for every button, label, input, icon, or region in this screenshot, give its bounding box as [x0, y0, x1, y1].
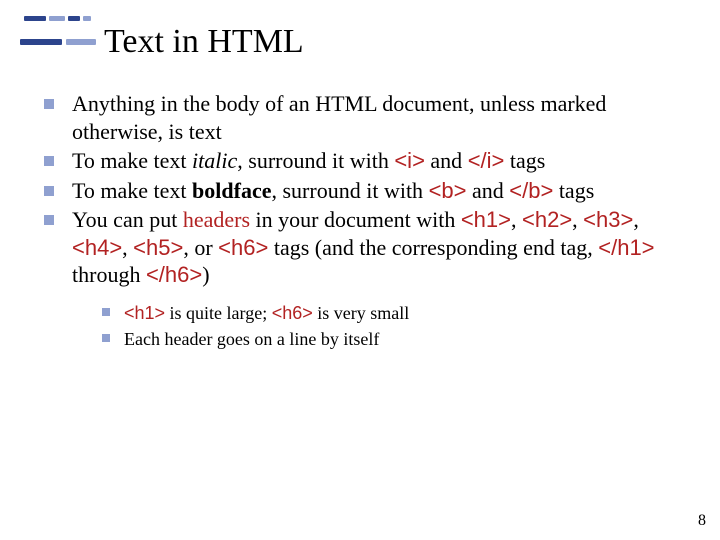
text-fragment: is quite large;	[165, 303, 272, 323]
bullet-text: Anything in the body of an HTML document…	[72, 91, 606, 144]
code-text: </h1>	[598, 235, 654, 260]
text-fragment: through	[72, 262, 146, 287]
bullet-item: Anything in the body of an HTML document…	[44, 90, 690, 145]
code-text: </i>	[468, 148, 505, 173]
italic-text: italic	[192, 148, 237, 173]
text-fragment: You can put	[72, 207, 183, 232]
bullet-item: To make text italic, surround it with <i…	[44, 147, 690, 175]
text-fragment: , or	[183, 235, 218, 260]
text-fragment: ,	[511, 207, 522, 232]
decor-dash-icon	[83, 16, 91, 21]
code-text: <i>	[394, 148, 425, 173]
text-fragment: and	[425, 148, 468, 173]
text-fragment: To make text	[72, 178, 192, 203]
code-text: <h6>	[218, 235, 268, 260]
code-text: <h3>	[583, 207, 633, 232]
sub-bullet-text: Each header goes on a line by itself	[124, 329, 379, 349]
red-text: headers	[183, 207, 250, 232]
decor-dash-icon	[49, 16, 65, 21]
text-fragment: )	[202, 262, 209, 287]
content-area: Anything in the body of an HTML document…	[44, 90, 690, 353]
code-text: <h5>	[133, 235, 183, 260]
title-row: Text in HTML	[20, 23, 304, 61]
code-text: </b>	[509, 178, 553, 203]
slide-title: Text in HTML	[104, 23, 304, 61]
title-decoration-top	[24, 16, 304, 21]
page-number: 8	[698, 512, 706, 530]
text-fragment: tags (and the corresponding end tag,	[268, 235, 598, 260]
text-fragment: tags	[504, 148, 545, 173]
decor-dash-icon	[24, 16, 46, 21]
code-text: <h6>	[272, 303, 313, 323]
bullet-item: You can put headers in your document wit…	[44, 206, 690, 351]
sub-bullet-item: Each header goes on a line by itself	[102, 327, 690, 351]
text-fragment: and	[467, 178, 510, 203]
text-fragment: is very small	[313, 303, 410, 323]
title-area: Text in HTML	[20, 16, 304, 61]
sub-bullet-item: <h1> is quite large; <h6> is very small	[102, 301, 690, 325]
text-fragment: tags	[553, 178, 594, 203]
code-text: <b>	[429, 178, 467, 203]
bullet-list: Anything in the body of an HTML document…	[44, 90, 690, 351]
slide: Text in HTML Anything in the body of an …	[0, 0, 720, 540]
code-text: </h6>	[146, 262, 202, 287]
code-text: <h1>	[124, 303, 165, 323]
text-fragment: , surround it with	[237, 148, 394, 173]
code-text: <h4>	[72, 235, 122, 260]
text-fragment: in your document with	[250, 207, 461, 232]
text-fragment: ,	[572, 207, 583, 232]
code-text: <h2>	[522, 207, 572, 232]
text-fragment: To make text	[72, 148, 192, 173]
decor-dash-icon	[20, 39, 62, 45]
bold-text: boldface	[192, 178, 271, 203]
text-fragment: ,	[633, 207, 639, 232]
text-fragment: , surround it with	[272, 178, 429, 203]
code-text: <h1>	[461, 207, 511, 232]
decor-dash-icon	[66, 39, 96, 45]
sub-bullet-list: <h1> is quite large; <h6> is very small …	[102, 301, 690, 352]
text-fragment: ,	[122, 235, 133, 260]
decor-dash-icon	[68, 16, 80, 21]
bullet-item: To make text boldface, surround it with …	[44, 177, 690, 205]
